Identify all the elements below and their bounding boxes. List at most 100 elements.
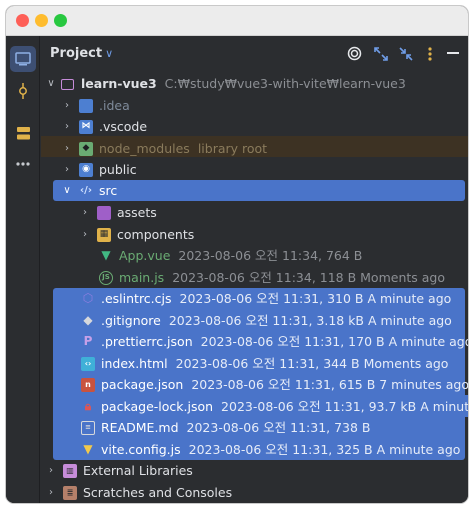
options-button[interactable]: [421, 45, 438, 62]
tree-label: public: [99, 162, 137, 177]
tree-row-package-lock[interactable]: 🔒︎ package-lock.json 2023-08-06 오전 11:31,…: [41, 396, 468, 418]
library-icon: ▥: [63, 464, 77, 478]
tree-row-eslintrc[interactable]: ⬡ .eslintrc.cjs 2023-08-06 오전 11:31, 310 …: [41, 288, 468, 310]
eslint-icon: ⬡: [82, 291, 94, 306]
vscode-folder-icon: ⋈: [79, 120, 93, 134]
hide-icon: [446, 52, 459, 54]
tree-label: main.js: [119, 269, 165, 285]
chevron-down-icon: ∨: [105, 47, 114, 60]
maximize-window-button[interactable]: [54, 14, 67, 27]
project-icon: [15, 52, 31, 66]
tree-row-components[interactable]: › ▦ components: [41, 224, 468, 246]
vite-icon: ▼: [83, 441, 93, 456]
file-meta: 2023-08-06 오전 11:31, 738 B: [186, 420, 371, 435]
prettier-icon: P: [83, 334, 93, 349]
project-tool-button[interactable]: [10, 46, 36, 72]
close-window-button[interactable]: [16, 14, 29, 27]
vue-icon: ▼: [101, 248, 111, 263]
tree-label: assets: [117, 205, 157, 220]
tree-row-public[interactable]: › ◉ public: [41, 159, 468, 181]
minimize-window-button[interactable]: [35, 14, 48, 27]
tree-label: Scratches and Consoles: [83, 484, 233, 500]
chevron-right-icon[interactable]: ›: [79, 202, 91, 224]
tree-row-package-json[interactable]: n package.json 2023-08-06 오전 11:31, 615 B…: [41, 374, 468, 396]
chevron-right-icon[interactable]: ›: [79, 224, 91, 246]
structure-tool-button[interactable]: [10, 120, 36, 146]
tree-row-index-html[interactable]: ‹› index.html 2023-08-06 오전 11:31, 344 B …: [41, 353, 468, 375]
tree-row-main-js[interactable]: JS main.js 2023-08-06 오전 11:34, 118 B Mom…: [41, 267, 468, 289]
file-meta: 2023-08-06 오전 11:34, 764 B: [178, 248, 363, 263]
tree-label: components: [117, 226, 195, 242]
more-tools-button[interactable]: [10, 151, 36, 177]
tree-row-root[interactable]: ∨ learn-vue3 C:₩study₩vue3-with-vite₩lear…: [41, 73, 468, 95]
scratches-icon: ≣: [63, 485, 77, 500]
tree-row-vite-config[interactable]: ▼ vite.config.js 2023-08-06 오전 11:31, 325…: [41, 439, 468, 461]
tree-label: External Libraries: [83, 463, 193, 478]
chevron-right-icon[interactable]: ›: [45, 482, 57, 504]
components-folder-icon: ▦: [97, 227, 111, 242]
tree-row-scratches[interactable]: › ≣ Scratches and Consoles: [41, 482, 468, 504]
tree-label: .vscode: [99, 119, 148, 134]
tree-label: App.vue: [119, 248, 171, 263]
title-bar: [6, 6, 468, 36]
collapse-all-button[interactable]: [397, 45, 414, 62]
expand-all-button[interactable]: [372, 45, 389, 62]
tree-label: .eslintrc.cjs: [101, 291, 172, 306]
chevron-down-icon[interactable]: ∨: [61, 180, 73, 202]
tree-row-node-modules[interactable]: › ◆ node_modules library root: [41, 138, 468, 160]
tree-label: index.html: [101, 355, 168, 371]
npm-icon: n: [81, 378, 95, 392]
chevron-right-icon[interactable]: ›: [61, 159, 73, 181]
tree-row-assets[interactable]: › assets: [41, 202, 468, 224]
markdown-icon: ≡: [81, 421, 95, 435]
root-name: learn-vue3: [81, 76, 157, 91]
file-meta: 2023-08-06 오전 11:31, 93.7 kB A minute ag…: [221, 398, 468, 414]
file-meta: 2023-08-06 오전 11:31, 344 B Moments ago: [175, 355, 449, 371]
hide-panel-button[interactable]: [444, 45, 461, 62]
tree-row-src[interactable]: ∨ ‹/› src: [41, 180, 468, 202]
tree-label: .gitignore: [101, 312, 161, 328]
file-meta: 2023-08-06 오전 11:34, 118 B Moments ago: [172, 269, 445, 285]
commit-icon: [19, 83, 27, 99]
chevron-right-icon[interactable]: ›: [61, 116, 73, 138]
chevron-right-icon[interactable]: ›: [61, 138, 73, 160]
panel-header: Project ∨: [41, 36, 468, 72]
file-meta: 2023-08-06 오전 11:31, 325 B A minute ago: [188, 441, 461, 457]
tree-label: README.md: [101, 420, 179, 435]
chevron-down-icon[interactable]: ∨: [45, 73, 57, 95]
root-path: C:₩study₩vue3-with-vite₩learn-vue3: [164, 76, 406, 91]
source-folder-icon: ‹/›: [80, 185, 92, 197]
options-icon: [427, 46, 432, 61]
tree-row-idea[interactable]: › .idea: [41, 95, 468, 117]
tree-row-vscode[interactable]: › ⋈ .vscode: [41, 116, 468, 138]
chevron-right-icon[interactable]: ›: [61, 95, 73, 117]
web-folder-icon: ◉: [79, 163, 93, 177]
expand-all-icon: [373, 46, 388, 61]
commit-tool-button[interactable]: [10, 78, 36, 104]
file-meta: 2023-08-06 오전 11:31, 310 B A minute ago: [179, 291, 452, 306]
locate-icon: [347, 46, 362, 61]
assets-folder-icon: [97, 206, 111, 220]
chevron-right-icon[interactable]: ›: [45, 460, 57, 482]
tree-row-gitignore[interactable]: ◆ .gitignore 2023-08-06 오전 11:31, 3.18 kB…: [41, 310, 468, 332]
tree-label: package-lock.json: [101, 398, 214, 414]
project-view-selector[interactable]: Project ∨: [50, 46, 113, 61]
tree-label: node_modules: [99, 140, 190, 156]
structure-icon: [16, 126, 30, 139]
tool-window-stripe: [6, 36, 40, 503]
tree-label: vite.config.js: [101, 441, 181, 457]
tree-row-readme[interactable]: ≡ README.md 2023-08-06 오전 11:31, 738 B: [41, 417, 468, 439]
collapse-all-icon: [398, 46, 413, 61]
more-icon: [16, 162, 30, 166]
tree-label: .idea: [99, 97, 130, 113]
node-folder-icon: ◆: [79, 141, 93, 156]
locate-button[interactable]: [346, 45, 363, 62]
file-meta: 2023-08-06 오전 11:31, 170 B A minute ago: [200, 334, 468, 349]
panel-title: Project: [50, 46, 103, 61]
project-panel: Project ∨ ∨ learn-vue3 C:₩study₩vue3-wit…: [41, 36, 468, 503]
tree-row-external-libraries[interactable]: › ▥ External Libraries: [41, 460, 468, 482]
tree-row-prettierrc[interactable]: P .prettierrc.json 2023-08-06 오전 11:31, 1…: [41, 331, 468, 353]
lock-icon: 🔒︎: [84, 398, 92, 413]
tree-row-app-vue[interactable]: ▼ App.vue 2023-08-06 오전 11:34, 764 B: [41, 245, 468, 267]
git-icon: ◆: [83, 312, 93, 327]
